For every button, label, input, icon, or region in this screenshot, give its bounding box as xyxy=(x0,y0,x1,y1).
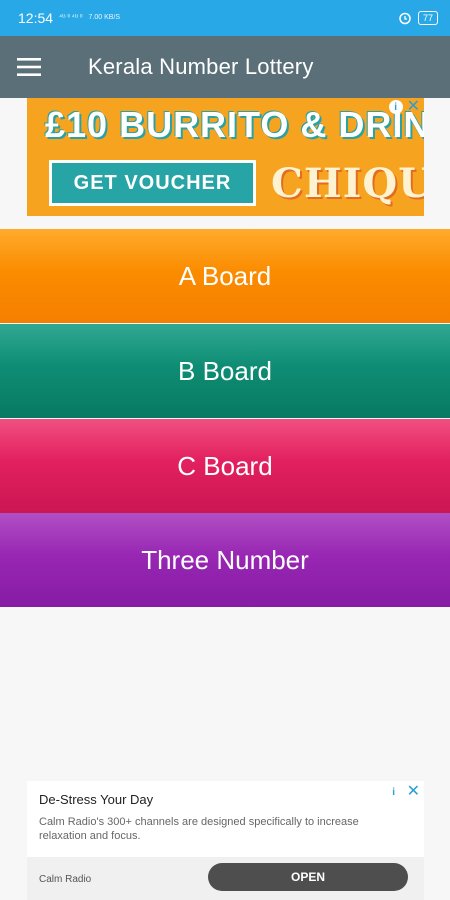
c-board-button[interactable]: C Board xyxy=(0,419,450,513)
bottom-ad-banner[interactable]: De-Stress Your Day Calm Radio's 300+ cha… xyxy=(27,781,424,900)
app-bar: Kerala Number Lottery xyxy=(0,36,450,98)
bottom-ad-title: De-Stress Your Day xyxy=(39,792,154,807)
signal-indicators: ⁴ᴳ ᴵᴵ ⁴ᴳ ᴵᴵ xyxy=(59,14,83,21)
ad-brand-logo: CHIQUITO xyxy=(271,160,424,207)
bottom-ad-choices: i ✕ xyxy=(386,784,420,800)
battery-indicator: 77 xyxy=(417,11,438,25)
status-time: 12:54 xyxy=(18,10,54,26)
top-ad-banner[interactable]: £10 BURRITO & DRINK GET VOUCHER CHIQUITO… xyxy=(27,98,424,216)
status-left: 12:54 ⁴ᴳ ᴵᴵ ⁴ᴳ ᴵᴵ 7.00 KB/S xyxy=(18,10,120,26)
a-board-button[interactable]: A Board xyxy=(0,229,450,323)
ad-get-voucher-button[interactable]: GET VOUCHER xyxy=(49,160,256,206)
adchoices-icon[interactable]: i xyxy=(388,100,403,114)
close-icon[interactable]: ✕ xyxy=(407,784,420,800)
ad-choices: i ✕ xyxy=(388,99,420,115)
ad-open-button[interactable]: OPEN xyxy=(208,863,408,891)
ad-advertiser-name: Calm Radio xyxy=(39,874,92,885)
status-bar: 12:54 ⁴ᴳ ᴵᴵ ⁴ᴳ ᴵᴵ 7.00 KB/S 77 xyxy=(0,0,450,36)
app-title: Kerala Number Lottery xyxy=(88,54,314,79)
hamburger-menu-icon xyxy=(17,58,41,76)
bottom-ad-description: Calm Radio's 300+ channels are designed … xyxy=(39,816,359,842)
status-right: 77 xyxy=(398,11,438,25)
hamburger-menu-button[interactable] xyxy=(0,36,58,98)
alarm-icon xyxy=(399,12,411,25)
b-board-button[interactable]: B Board xyxy=(0,324,450,418)
ad-headline: £10 BURRITO & DRINK xyxy=(45,104,424,145)
close-icon[interactable]: ✕ xyxy=(407,99,420,115)
network-speed: 7.00 KB/S xyxy=(88,14,121,21)
battery-level: 77 xyxy=(422,13,433,23)
bottom-ad-footer: Calm Radio OPEN xyxy=(27,857,424,900)
three-number-button[interactable]: Three Number xyxy=(0,513,450,607)
adchoices-icon[interactable]: i xyxy=(386,785,401,799)
